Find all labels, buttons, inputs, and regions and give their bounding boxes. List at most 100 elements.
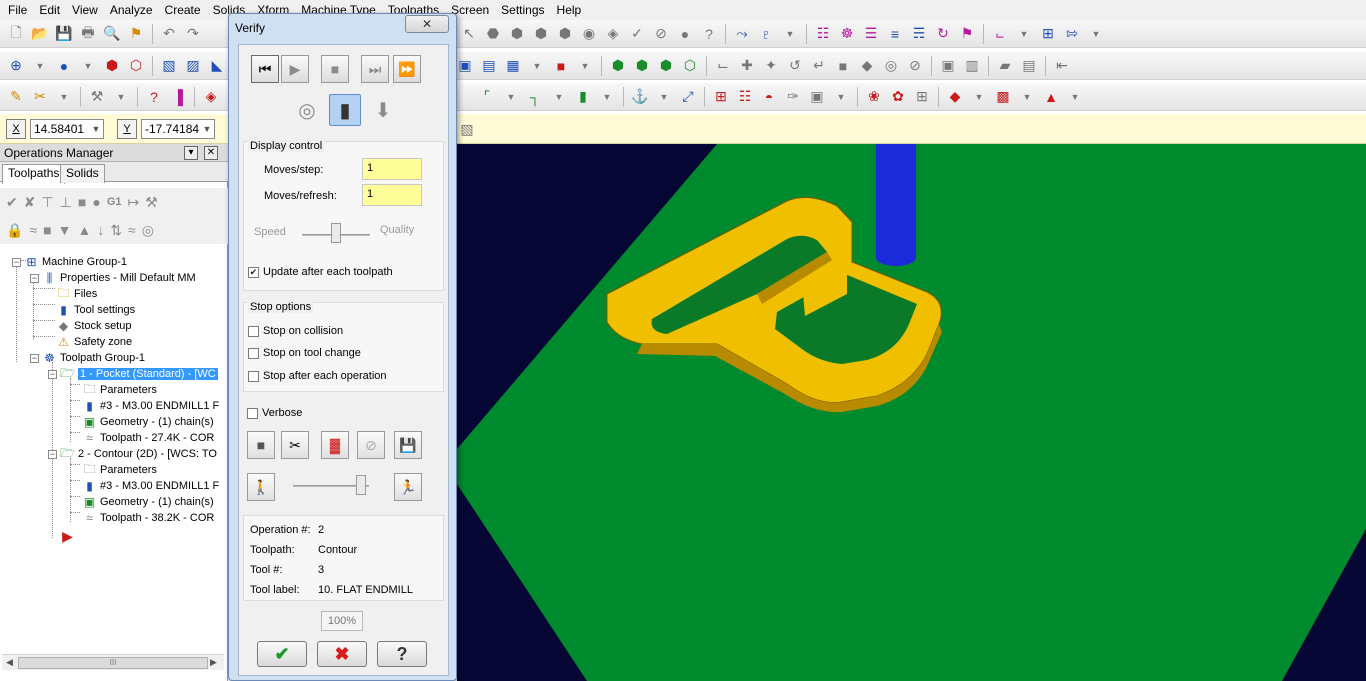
wireframe-icon[interactable]: ⬡ [125, 55, 147, 77]
collapse-icon[interactable]: − [12, 257, 21, 267]
shaded-icon[interactable]: ⬢ [101, 55, 123, 77]
fast-forward-button[interactable]: ⏩ [393, 55, 421, 83]
cube-wire-icon[interactable]: ⬡ [679, 55, 701, 77]
cube-color-icon[interactable]: ■ [550, 55, 572, 77]
dropdown-arrow-icon[interactable]: ▼ [500, 86, 522, 108]
close-button[interactable]: ✕ [405, 15, 449, 33]
tree-toolpath-group[interactable]: − ☸ Toolpath Group-1 [30, 350, 145, 366]
update-after-toolpath-checkbox[interactable]: ✔ Update after each toolpath [248, 266, 393, 278]
menu-create[interactable]: Create [159, 0, 207, 20]
y-axis-button[interactable]: Y [117, 119, 137, 139]
fast-run-icon[interactable]: 🏃 [394, 473, 422, 501]
help-button[interactable]: ? [377, 641, 427, 667]
save-icon[interactable]: 💾 [394, 431, 422, 459]
target-icon[interactable]: ◎ [142, 222, 154, 239]
collapse-icon[interactable]: − [30, 273, 39, 283]
play-button[interactable]: ▶ [281, 55, 309, 83]
dropdown-arrow-icon[interactable]: ▼ [596, 86, 618, 108]
move-up-icon[interactable]: ▲ [77, 222, 91, 238]
collapse-icon[interactable]: − [48, 369, 57, 379]
tree-properties[interactable]: − ⫼ Properties - Mill Default MM [30, 270, 196, 286]
slow-walk-icon[interactable]: 🚶 [247, 473, 275, 501]
boolean-icon[interactable]: ■ [832, 55, 854, 77]
close-icon[interactable]: ✕ [204, 146, 218, 160]
tree-operation-1[interactable]: − 🗁 1 - Pocket (Standard) - [WC [48, 366, 218, 382]
checkbox-box[interactable] [248, 325, 259, 337]
person-icon[interactable]: ♇ [755, 23, 777, 45]
run-speed-slider[interactable] [355, 475, 366, 495]
frame-icon[interactable]: ⊞ [911, 86, 933, 108]
regenerate-dirty-icon[interactable]: ⊥ [60, 194, 72, 211]
speed-quality-slider[interactable] [331, 223, 341, 243]
flag-icon[interactable]: ⚑ [956, 23, 978, 45]
move-down-icon[interactable]: ▼ [58, 222, 72, 238]
cube-front-icon[interactable]: ⬢ [631, 55, 653, 77]
tree-op2-toolpath[interactable]: ≈ Toolpath - 38.2K - COR [82, 510, 214, 526]
menu-file[interactable]: File [2, 0, 33, 20]
tree-op1-tool[interactable]: ▮ #3 - M3.00 ENDMILL1 F [82, 398, 219, 414]
new-file-icon[interactable]: 🗋 [5, 23, 27, 45]
solid-box-icon[interactable]: ⬢ [506, 23, 528, 45]
ok-button[interactable]: ✔ [257, 641, 307, 667]
redo-icon[interactable]: ↷ [182, 23, 204, 45]
tab-toolpaths[interactable]: Toolpaths [2, 164, 66, 184]
polygon-icon[interactable]: ⬣ [482, 23, 504, 45]
dropdown-arrow-icon[interactable]: ▼ [548, 86, 570, 108]
toggle-post-icon[interactable]: ■ [43, 222, 51, 238]
tree-op2-parameters[interactable]: 🗀 Parameters [82, 462, 156, 478]
render-multi-icon[interactable]: ✿ [887, 86, 909, 108]
dropdown-arrow-icon[interactable]: ▼ [968, 86, 990, 108]
verify-icon[interactable]: ● [92, 194, 100, 210]
graphics-viewport[interactable] [457, 144, 1366, 681]
collapse-icon[interactable]: − [48, 449, 57, 459]
circle-icon[interactable]: ● [674, 23, 696, 45]
panel-menu-icon[interactable]: ▾ [184, 146, 198, 160]
tool-display-icon[interactable]: ▮ [329, 94, 361, 126]
tree-tool-settings[interactable]: ▮ Tool settings [56, 302, 135, 318]
menu-view[interactable]: View [66, 0, 104, 20]
group-icon[interactable]: ☷ [812, 23, 834, 45]
help-question-icon[interactable]: ? [698, 23, 720, 45]
sweep-icon[interactable]: ◣ [206, 55, 228, 77]
cube-right-icon[interactable]: ⬢ [655, 55, 677, 77]
box-view-icon[interactable]: ▣ [806, 86, 828, 108]
holder-display-icon[interactable]: ⬇ [367, 94, 399, 126]
horizontal-scrollbar[interactable]: ◀ III ▶ [2, 654, 224, 670]
open-folder-icon[interactable]: 📂 [29, 23, 51, 45]
no-entry-icon[interactable]: ⊘ [904, 55, 926, 77]
tree-op1-toolpath[interactable]: ≈ Toolpath - 27.4K - COR [82, 430, 214, 446]
chart-icon[interactable]: ▓ [321, 431, 349, 459]
chain-icon[interactable]: ≡ [884, 23, 906, 45]
save-icon[interactable]: 💾 [53, 23, 75, 45]
regenerate-icon[interactable]: ⊤ [41, 194, 53, 211]
moves-step-field[interactable]: 1 [362, 158, 422, 180]
query-icon[interactable]: ? [143, 86, 165, 108]
cancel-button[interactable]: ✖ [317, 641, 367, 667]
tree-stock-setup[interactable]: ◆ Stock setup [56, 318, 132, 334]
tool-icon[interactable]: ☴ [908, 23, 930, 45]
tree-safety-zone[interactable]: ⚠ Safety zone [56, 334, 132, 350]
rewind-button[interactable]: ⏮ [251, 55, 279, 83]
solid-cone-icon[interactable]: ⬢ [554, 23, 576, 45]
menu-settings[interactable]: Settings [495, 0, 550, 20]
highfeed-icon[interactable]: ⚒ [145, 194, 158, 211]
chamfer-icon[interactable]: ✚ [736, 55, 758, 77]
x-axis-button[interactable]: X [6, 119, 26, 139]
dropdown-arrow-icon[interactable]: ▼ [53, 86, 75, 108]
drill-icon[interactable]: ◈ [200, 86, 222, 108]
moves-refresh-field[interactable]: 1 [362, 184, 422, 206]
stop-on-collision-checkbox[interactable]: Stop on collision [248, 325, 343, 337]
scrollbar-thumb[interactable]: III [18, 657, 208, 669]
tree-files[interactable]: 🗀 Files [56, 286, 97, 302]
chevron-down-icon[interactable]: ▼ [199, 119, 215, 139]
draft-icon[interactable]: ↵ [808, 55, 830, 77]
unfold-icon[interactable]: ⇤ [1051, 55, 1073, 77]
dropdown-arrow-icon[interactable]: ▼ [77, 55, 99, 77]
view-iso-icon[interactable]: ▤ [478, 55, 500, 77]
menu-analyze[interactable]: Analyze [104, 0, 159, 20]
table-icon[interactable]: ⊞ [710, 86, 732, 108]
wand-icon[interactable]: ⚒ [86, 86, 108, 108]
viewport-icon[interactable]: ⇰ [1061, 23, 1083, 45]
style-icon[interactable]: ▲ [1040, 86, 1062, 108]
eraser-icon[interactable]: ✂ [29, 86, 51, 108]
